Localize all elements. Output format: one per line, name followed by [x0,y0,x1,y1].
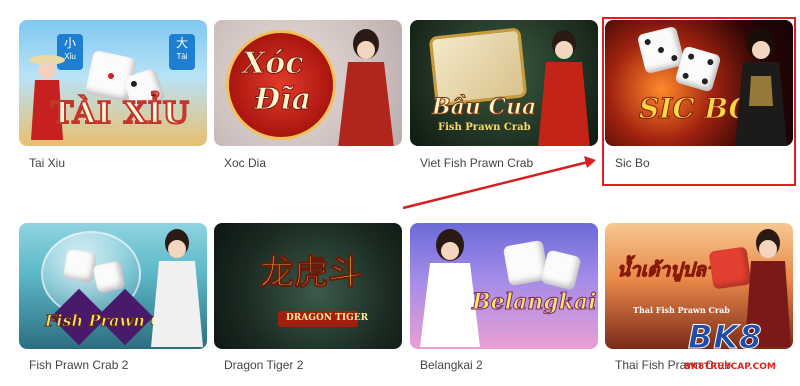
bk8-site: BK8TRUYCAP.COM [684,362,776,372]
dragon-tiger-logo: 龙虎斗 [260,253,363,294]
bk8-logo: BK8 [687,318,763,357]
game-card-dragon-tiger-2[interactable]: 龙虎斗 DRAGON TIGER [214,223,402,349]
thai-logo: น้ำเต้าปูปลา [617,259,718,282]
girl-illustration [338,29,394,146]
girl-illustration [538,30,590,146]
game-label[interactable]: Viet Fish Prawn Crab [420,156,533,170]
tai-xiu-logo: TÀI XỈU [50,95,190,132]
xoc-dia-title-line1: Xóc [242,46,305,82]
dice-icon [62,248,98,284]
bau-cua-logo: Bầu Cua [431,94,537,121]
belangkai-logo: Belangkai [471,289,597,316]
game-label[interactable]: Xoc Dia [224,156,266,170]
game-card-xoc-dia[interactable]: Xóc Đĩa [214,20,402,146]
girl-illustration [151,229,203,347]
game-card-tai-xiu[interactable]: 小 Xỉu 大 Tài TÀI XỈU [19,20,207,146]
selection-highlight [602,17,796,186]
girl-illustration [420,229,480,347]
bk8-watermark: BK8 BK8TRUYCAP.COM [684,318,788,378]
game-label[interactable]: Tai Xiu [29,156,65,170]
game-label[interactable]: Dragon Tiger 2 [224,358,303,372]
game-label[interactable]: Fish Prawn Crab 2 [29,358,128,372]
dice-icon [540,249,582,291]
bau-cua-subtitle: Fish Prawn Crab [438,122,531,133]
thai-logo-subtitle: Thai Fish Prawn Crab [633,305,730,315]
game-label[interactable]: Belangkai 2 [420,358,483,372]
game-card-belangkai-2[interactable]: Belangkai [410,223,598,349]
game-card-fish-prawn-crab-2[interactable]: Fish Prawn Crab [19,223,207,349]
game-card-viet-fish-prawn-crab[interactable]: Bầu Cua Fish Prawn Crab [410,20,598,146]
xoc-dia-title-line2: Đĩa [253,82,312,118]
dragon-tiger-subtitle: DRAGON TIGER [286,313,369,323]
sign-tai: 大 Tài [169,34,195,70]
dice-icon [92,260,126,294]
